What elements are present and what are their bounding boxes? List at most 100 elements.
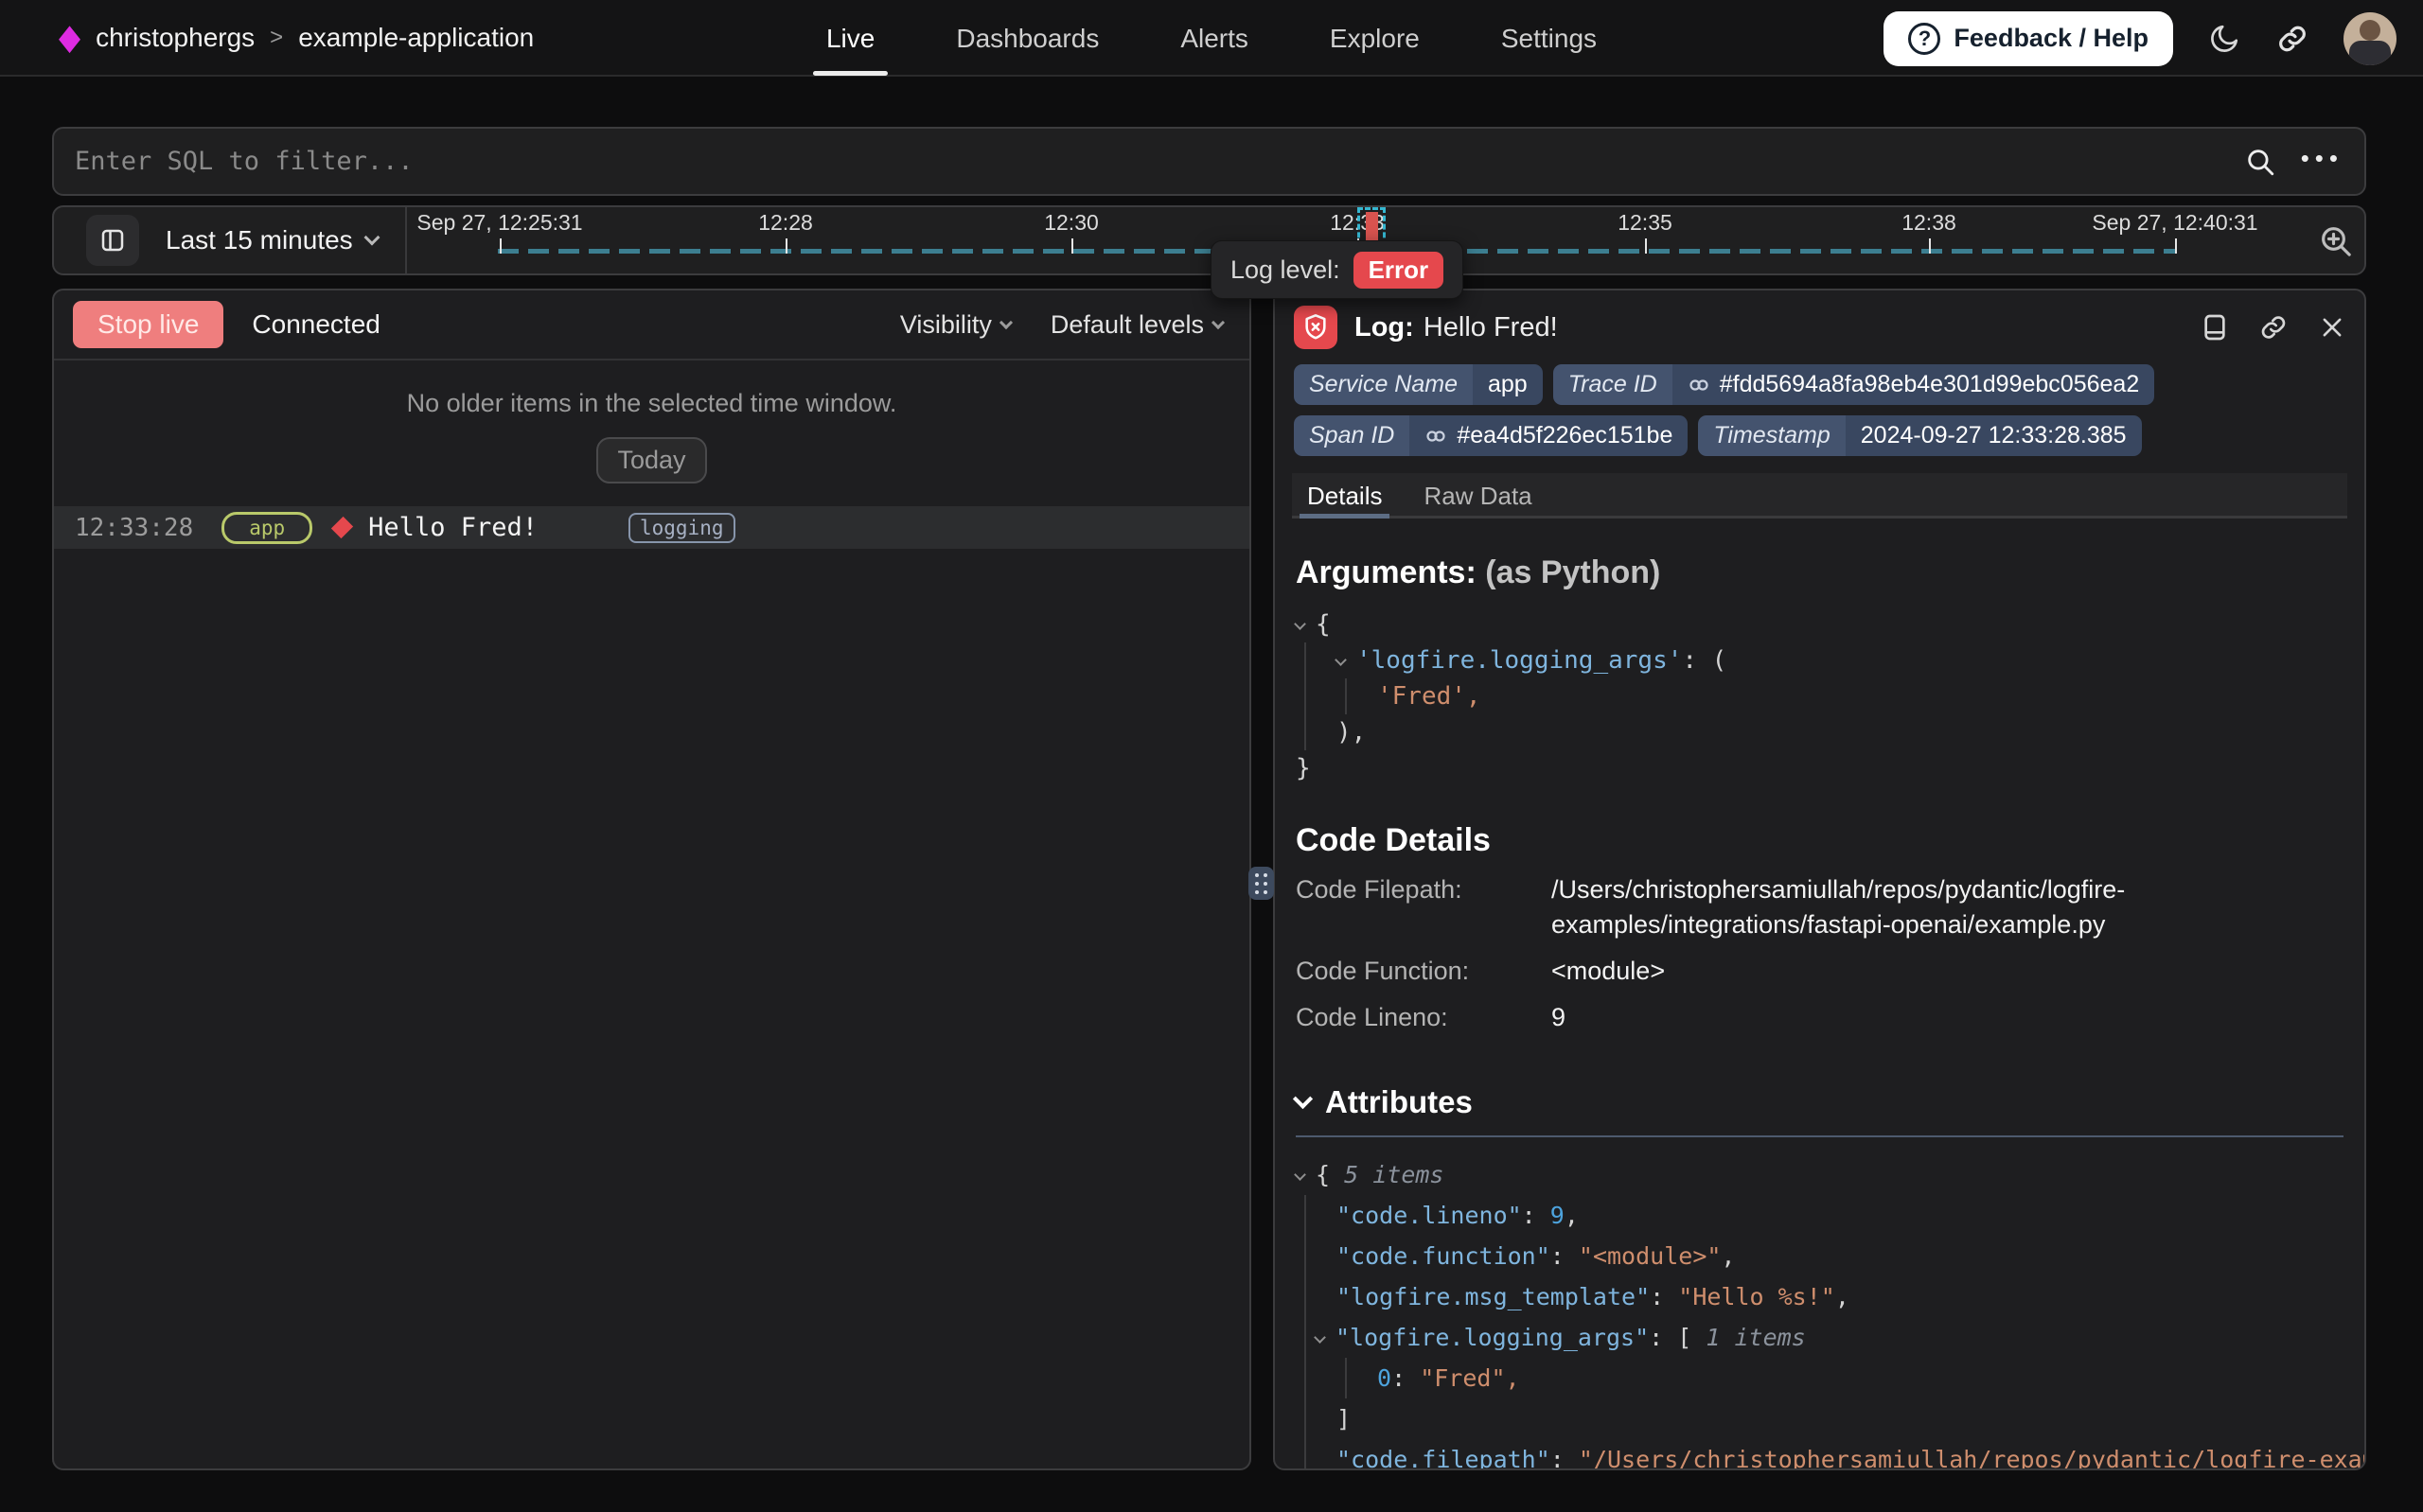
- timestamp-chip[interactable]: Timestamp 2024-09-27 12:33:28.385: [1698, 415, 2141, 456]
- help-circle-icon: ?: [1908, 23, 1940, 55]
- time-range-label: Last 15 minutes: [166, 225, 353, 255]
- nav-tab-settings[interactable]: Settings: [1488, 0, 1610, 76]
- divider: [405, 207, 407, 273]
- main-nav: Live Dashboards Alerts Explore Settings: [813, 0, 1610, 76]
- sidebar-toggle-button[interactable]: [86, 215, 139, 266]
- expander-chevron-icon[interactable]: [1335, 654, 1347, 666]
- timeline-tick: [1071, 238, 1073, 254]
- app-screen: ◆ christophergs > example-application Li…: [0, 0, 2423, 1512]
- today-button[interactable]: Today: [596, 437, 706, 483]
- breadcrumb-project[interactable]: example-application: [298, 23, 534, 53]
- code-function-value: <module>: [1551, 954, 2204, 989]
- time-range-dropdown[interactable]: Last 15 minutes: [166, 225, 378, 255]
- timeline-tick: [1929, 238, 1931, 254]
- dock-panel-button[interactable]: [2202, 312, 2228, 343]
- logfire-logo-icon[interactable]: ◆: [59, 17, 80, 59]
- log-detail-panel: Log: Hello Fred!: [1273, 289, 2366, 1470]
- search-icon[interactable]: [2244, 146, 2276, 178]
- timeline-end-label: Sep 27, 12:40:31: [2092, 210, 2257, 236]
- chevron-down-icon: [363, 230, 380, 246]
- chip-value: app: [1473, 364, 1543, 405]
- divider: [1296, 1135, 2343, 1137]
- timeline-tick: [786, 238, 787, 254]
- nav-tab-dashboards[interactable]: Dashboards: [943, 0, 1112, 76]
- scope-tag[interactable]: logging: [628, 513, 735, 543]
- layout-sidebar-icon: [98, 226, 127, 255]
- breadcrumb-separator: >: [270, 25, 283, 51]
- link-icon: [2258, 312, 2289, 343]
- timeline-tick: [500, 238, 502, 254]
- expander-chevron-icon[interactable]: [1294, 618, 1306, 630]
- code-filepath-value: /Users/christophersamiullah/repos/pydant…: [1551, 872, 2204, 942]
- time-range-bar: Last 15 minutes Sep 27, 12:25:31 12:28 1…: [52, 205, 2366, 275]
- service-name-chip[interactable]: Service Name app: [1294, 364, 1543, 405]
- link-icon: [1424, 425, 1447, 448]
- detail-header: Log: Hello Fred!: [1275, 306, 2364, 349]
- arguments-python-code: { 'logfire.logging_args': ( 'Fred', ), }: [1296, 607, 2343, 786]
- tooltip-label: Log level:: [1230, 255, 1340, 285]
- code-details-heading: Code Details: [1275, 822, 2364, 859]
- timeline-tick-label: 12:38: [1901, 210, 1956, 236]
- live-panel-header: Stop live Connected Visibility Default l…: [54, 290, 1249, 360]
- timeline-tick-label: 12:35: [1618, 210, 1672, 236]
- header-actions: ? Feedback / Help: [1884, 0, 2396, 77]
- chip-label: Timestamp: [1698, 415, 1845, 456]
- link-icon: [2275, 22, 2309, 56]
- metadata-chips: Service Name app Trace ID #fdd5694a8fa98…: [1275, 349, 2202, 456]
- trace-id-chip[interactable]: Trace ID #fdd5694a8fa98eb4e301d99ebc056e…: [1553, 364, 2155, 405]
- user-avatar[interactable]: [2343, 12, 2396, 65]
- share-link-button[interactable]: [2275, 22, 2309, 56]
- log-row[interactable]: 12:33:28 app Hello Fred! logging: [54, 506, 1249, 549]
- span-id-chip[interactable]: Span ID #ea4d5f226ec151be: [1294, 415, 1688, 456]
- timeline-tick: [1645, 238, 1647, 254]
- timeline-tick-label: 12:28: [758, 210, 813, 236]
- timeline-start-label: Sep 27, 12:25:31: [416, 210, 582, 236]
- chip-label: Trace ID: [1553, 364, 1672, 405]
- detail-title-prefix: Log:: [1354, 312, 1414, 343]
- empty-window-message: No older items in the selected time wind…: [54, 389, 1249, 418]
- service-tag[interactable]: app: [221, 512, 312, 544]
- sql-filter-bar: •••: [52, 127, 2366, 196]
- dark-mode-toggle[interactable]: [2207, 22, 2241, 56]
- tab-details[interactable]: Details: [1307, 473, 1382, 516]
- nav-tab-alerts[interactable]: Alerts: [1167, 0, 1262, 76]
- connection-status: Connected: [252, 309, 380, 340]
- tab-raw-data[interactable]: Raw Data: [1424, 473, 1531, 516]
- default-levels-label: Default levels: [1051, 310, 1204, 340]
- visibility-dropdown[interactable]: Visibility: [900, 310, 1011, 340]
- detail-title: Log: Hello Fred!: [1354, 312, 1558, 343]
- zoom-in-icon: [2317, 222, 2355, 260]
- code-function-label: Code Function:: [1296, 954, 1551, 989]
- attributes-json: { 5 items "code.lineno": 9, "code.functi…: [1296, 1154, 2364, 1470]
- chevron-down-icon: [1293, 1088, 1313, 1108]
- detail-title-text: Hello Fred!: [1424, 312, 1558, 343]
- chip-label: Service Name: [1294, 364, 1473, 405]
- close-panel-button[interactable]: [2319, 314, 2345, 341]
- feedback-help-button[interactable]: ? Feedback / Help: [1884, 11, 2173, 66]
- code-filepath-label: Code Filepath:: [1296, 872, 1551, 942]
- default-levels-dropdown[interactable]: Default levels: [1051, 310, 1223, 340]
- error-level-badge: Error: [1353, 252, 1444, 289]
- stop-live-button[interactable]: Stop live: [73, 301, 223, 348]
- more-options-icon[interactable]: •••: [2301, 146, 2343, 178]
- expander-chevron-icon[interactable]: [1294, 1169, 1306, 1181]
- top-header: ◆ christophergs > example-application Li…: [0, 0, 2423, 77]
- expander-chevron-icon[interactable]: [1314, 1331, 1326, 1344]
- shield-x-icon: [1300, 312, 1331, 343]
- live-logs-panel: Stop live Connected Visibility Default l…: [52, 289, 1251, 1470]
- log-level-tooltip: Log level: Error: [1211, 240, 1463, 299]
- nav-tab-explore[interactable]: Explore: [1317, 0, 1433, 76]
- copy-link-button[interactable]: [2258, 312, 2289, 343]
- sql-filter-input[interactable]: [75, 147, 2244, 176]
- nav-tab-live[interactable]: Live: [813, 0, 888, 76]
- error-shield-badge: [1294, 306, 1337, 349]
- breadcrumb-org[interactable]: christophergs: [96, 23, 255, 53]
- log-message: Hello Fred!: [368, 513, 538, 542]
- log-time: 12:33:28: [75, 514, 193, 542]
- panel-bottom-icon: [2202, 312, 2228, 343]
- zoom-in-button[interactable]: [2317, 222, 2355, 260]
- panel-resize-handle[interactable]: [1248, 867, 1274, 900]
- attributes-section-toggle[interactable]: Attributes: [1275, 1084, 2364, 1120]
- code-details-grid: Code Filepath: /Users/christophersamiull…: [1296, 872, 2343, 1035]
- timeline-tick: [2175, 238, 2177, 254]
